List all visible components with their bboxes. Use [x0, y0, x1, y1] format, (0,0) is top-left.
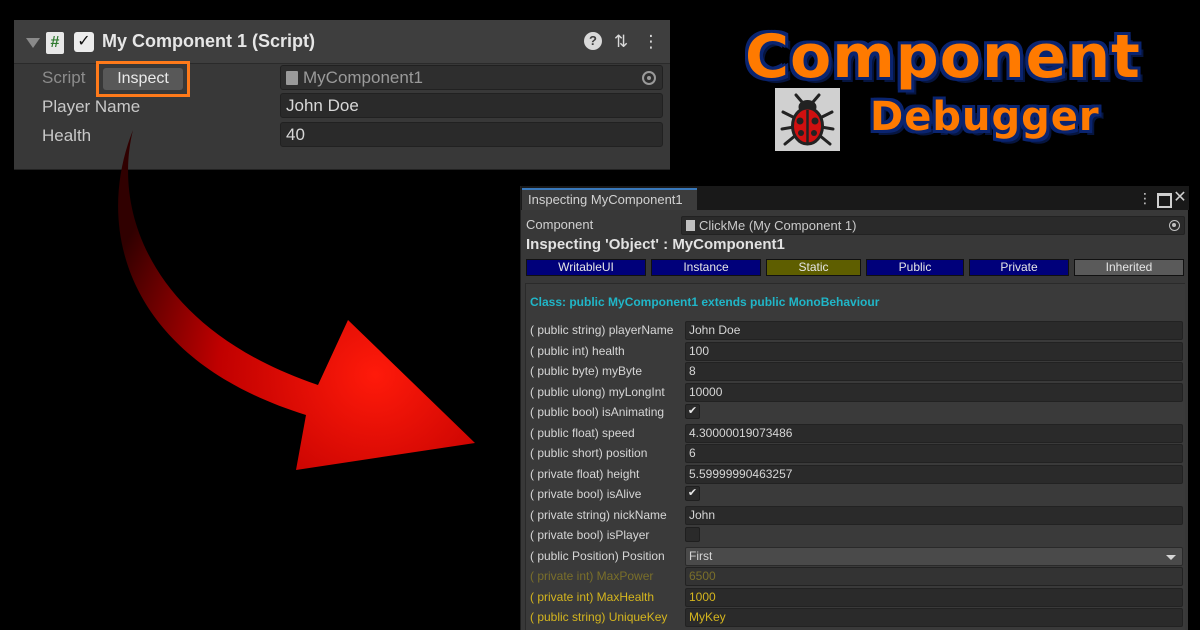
field-row: ( private int) MaxPower 6500 — [530, 567, 1183, 587]
chevron-down-icon — [1166, 554, 1176, 560]
field-label: ( public short) position — [530, 446, 648, 460]
inspecting-title: Inspecting 'Object' : MyComponent1 — [526, 236, 785, 253]
field-row: ( public int) health 100 — [530, 341, 1183, 362]
window-menu-icon[interactable]: ⋮ — [1137, 189, 1153, 207]
field-label: ( private string) nickName — [530, 507, 667, 522]
field-input[interactable]: 8 — [685, 362, 1183, 381]
class-declaration: Class: public MyComponent1 extends publi… — [530, 295, 880, 309]
debugger-window: Inspecting MyComponent1 ⋮ ✕ Component Cl… — [520, 186, 1189, 630]
field-dropdown[interactable]: First — [685, 546, 1183, 566]
tab-inspecting[interactable]: Inspecting MyComponent1 — [522, 188, 697, 210]
field-row: ( private string) nickName John — [530, 505, 1183, 526]
field-label: ( public bool) isAnimating — [530, 405, 665, 419]
field-row: ( public float) speed 4.30000019073486 — [530, 423, 1183, 444]
field-input[interactable]: 6 — [685, 444, 1183, 463]
field-checkbox[interactable] — [685, 527, 700, 542]
field-row: ( public Position) Position First — [530, 546, 1183, 567]
field-input[interactable]: John — [685, 505, 1183, 525]
field-input-readonly: 6500 — [685, 567, 1183, 586]
field-checkbox[interactable]: ✔ — [685, 404, 700, 419]
object-picker-icon[interactable] — [1169, 220, 1180, 231]
field-label: ( private int) MaxPower — [530, 569, 654, 583]
close-icon[interactable]: ✕ — [1172, 189, 1188, 207]
filter-static-button[interactable]: Static — [766, 259, 861, 276]
component-field[interactable]: ClickMe (My Component 1) — [681, 216, 1185, 235]
field-input[interactable]: John Doe — [685, 321, 1183, 340]
window-tab-bar: Inspecting MyComponent1 ⋮ ✕ — [521, 186, 1189, 210]
field-row: ( public string) UniqueKey MyKey — [530, 608, 1183, 628]
field-label: ( public byte) myByte — [530, 364, 643, 378]
field-input[interactable]: 100 — [685, 341, 1183, 361]
field-label: ( private float) height — [530, 466, 640, 481]
field-row: ( private bool) isAlive ✔ — [530, 485, 1183, 505]
field-label: ( public ulong) myLongInt — [530, 384, 665, 399]
field-label: ( public int) health — [530, 343, 625, 358]
field-label: ( private bool) isAlive — [530, 487, 642, 501]
field-label: ( public string) UniqueKey — [530, 610, 668, 624]
filter-instance-button[interactable]: Instance — [651, 259, 761, 276]
field-input[interactable]: 10000 — [685, 382, 1183, 402]
field-label: ( private bool) isPlayer — [530, 528, 650, 542]
field-input[interactable]: 4.30000019073486 — [685, 423, 1183, 443]
filter-writableui-button[interactable]: WritableUI — [526, 259, 646, 276]
component-value: ClickMe (My Component 1) — [699, 218, 857, 233]
field-row: ( private bool) isPlayer — [530, 526, 1183, 546]
field-row: ( public bool) isAnimating ✔ — [530, 403, 1183, 423]
field-input[interactable]: 1000 — [685, 587, 1183, 607]
field-row: ( private float) height 5.59999990463257 — [530, 464, 1183, 485]
field-row: ( public byte) myByte 8 — [530, 362, 1183, 382]
dropdown-value: First — [689, 548, 713, 563]
field-label: ( public string) playerName — [530, 323, 674, 337]
field-checkbox[interactable]: ✔ — [685, 486, 700, 501]
script-file-icon — [686, 220, 695, 231]
field-input[interactable]: MyKey — [685, 608, 1183, 627]
field-row: ( public ulong) myLongInt 10000 — [530, 382, 1183, 403]
field-row: ( public short) position 6 — [530, 444, 1183, 464]
field-label: ( public float) speed — [530, 425, 635, 440]
component-label: Component — [526, 217, 594, 232]
field-label: ( private int) MaxHealth — [530, 589, 655, 604]
filter-inherited-button[interactable]: Inherited — [1074, 259, 1184, 276]
field-input[interactable]: 5.59999990463257 — [685, 464, 1183, 484]
field-row: ( private int) MaxHealth 1000 — [530, 587, 1183, 608]
field-row: ( public string) playerName John Doe — [530, 321, 1183, 341]
filter-private-button[interactable]: Private — [969, 259, 1069, 276]
field-label: ( public Position) Position — [530, 548, 665, 563]
filter-public-button[interactable]: Public — [866, 259, 964, 276]
